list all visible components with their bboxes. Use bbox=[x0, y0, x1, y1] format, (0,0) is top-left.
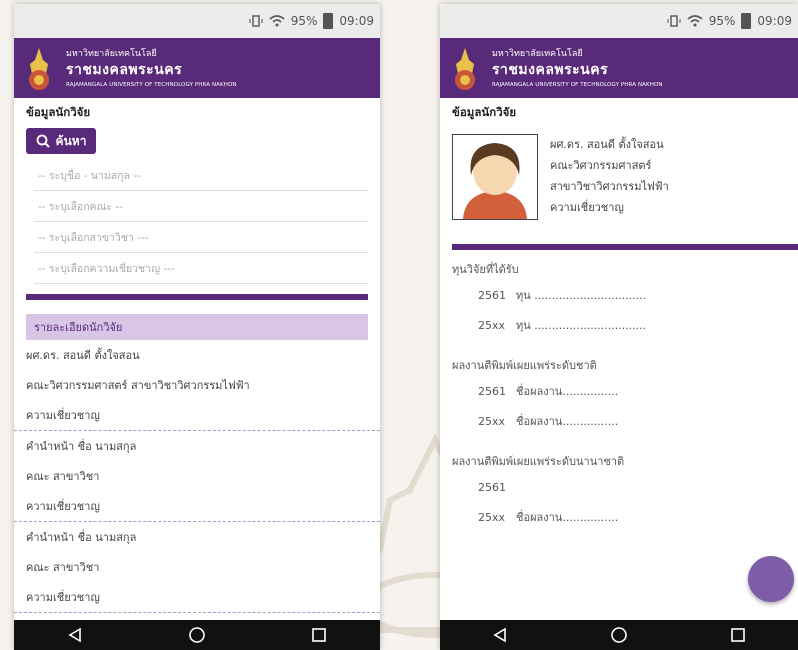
grant-year: 25xx bbox=[478, 318, 506, 332]
international-item: 25xx ชื่อผลงาน................ bbox=[440, 502, 798, 532]
status-bar: 95% 09:09 bbox=[14, 4, 380, 38]
national-title: ผลงานตีพิมพ์เผยแพร่ระดับชาติ bbox=[452, 359, 597, 372]
grant-text: ทุน ................................ bbox=[516, 289, 647, 302]
international-year: 25xx bbox=[478, 510, 506, 524]
national-text: ชื่อผลงาน................ bbox=[516, 385, 619, 398]
back-icon[interactable] bbox=[489, 624, 511, 646]
grants-title: ทุนวิจัยที่ได้รับ bbox=[452, 263, 519, 276]
search-button-label: ค้นหา bbox=[55, 133, 87, 148]
profile-expertise: ความเชี่ยวชาญ bbox=[550, 201, 624, 214]
international-title: ผลงานตีพิมพ์เผยแพร่ระดับนานาชาติ bbox=[452, 455, 625, 468]
profile-name: ผศ.ดร. สอนดี ตั้งใจสอน bbox=[550, 138, 664, 151]
grant-item: 2561 ทุน ...............................… bbox=[440, 280, 798, 310]
international-item: 2561 bbox=[440, 472, 798, 502]
faculty-select[interactable]: -- ระบุเลือกคณะ -- bbox=[34, 191, 368, 222]
grant-text: ทุน ................................ bbox=[516, 319, 647, 332]
profile-faculty: คณะวิศวกรรมศาสตร์ bbox=[550, 159, 652, 172]
battery-icon bbox=[323, 13, 334, 29]
international-year: 2561 bbox=[478, 480, 506, 494]
wifi-icon bbox=[269, 15, 285, 27]
researcher-list: ผศ.ดร. สอนดี ตั้งใจสอน คณะวิศวกรรมศาสตร์… bbox=[14, 340, 380, 613]
phone-search-screen: 95% 09:09 มหาวิทยาลัยเทคโนโลยี ราชมงคลพร… bbox=[14, 4, 380, 650]
home-icon[interactable] bbox=[608, 624, 630, 646]
clock: 09:09 bbox=[757, 14, 792, 28]
clock: 09:09 bbox=[339, 14, 374, 28]
university-logo bbox=[29, 48, 49, 90]
list-item-expertise[interactable]: ความเชี่ยวชาญ bbox=[14, 582, 380, 613]
list-item-expertise[interactable]: ความเชี่ยวชาญ bbox=[14, 400, 380, 431]
floating-action-button[interactable] bbox=[748, 556, 794, 602]
home-icon[interactable] bbox=[186, 624, 208, 646]
header-subtitle: RAJAMANGALA UNIVERSITY OF TECHNOLOGY PHR… bbox=[66, 82, 237, 88]
search-button[interactable]: ค้นหา bbox=[26, 128, 96, 154]
list-item-name[interactable]: คำนำหน้า ชื่อ นามสกุล bbox=[14, 522, 380, 552]
national-year: 25xx bbox=[478, 414, 506, 428]
header-line-1: มหาวิทยาลัยเทคโนโลยี bbox=[66, 49, 157, 59]
header-title: ราชมงคลพระนคร bbox=[66, 62, 183, 78]
header-title: ราชมงคลพระนคร bbox=[492, 62, 609, 78]
grant-year: 2561 bbox=[478, 288, 506, 302]
header-subtitle: RAJAMANGALA UNIVERSITY OF TECHNOLOGY PHR… bbox=[492, 82, 663, 88]
profile-major: สาขาวิชาวิศวกรรมไฟฟ้า bbox=[550, 180, 669, 193]
avatar bbox=[452, 134, 538, 220]
list-item-faculty[interactable]: คณะวิศวกรรมศาสตร์ สาขาวิชาวิศวกรรมไฟฟ้า bbox=[14, 370, 380, 400]
navigation-bar bbox=[14, 620, 380, 650]
international-text: ชื่อผลงาน................ bbox=[516, 511, 619, 524]
divider-bar bbox=[26, 294, 368, 300]
page-title: ข้อมูลนักวิจัย bbox=[26, 105, 91, 119]
phone-profile-screen: 95% 09:09 มหาวิทยาลัยเทคโนโลยี ราชมงคลพร… bbox=[440, 4, 798, 650]
recents-icon[interactable] bbox=[308, 624, 330, 646]
app-header: มหาวิทยาลัยเทคโนโลยี ราชมงคลพระนคร RAJAM… bbox=[14, 38, 380, 98]
battery-percent: 95% bbox=[290, 14, 318, 28]
navigation-bar bbox=[440, 620, 798, 650]
list-item-faculty[interactable]: คณะ สาขาวิชา bbox=[14, 461, 380, 491]
researcher-profile: ผศ.ดร. สอนดี ตั้งใจสอน คณะวิศวกรรมศาสตร์… bbox=[440, 122, 798, 232]
battery-percent: 95% bbox=[708, 14, 736, 28]
app-header: มหาวิทยาลัยเทคโนโลยี ราชมงคลพระนคร RAJAM… bbox=[440, 38, 798, 98]
battery-icon bbox=[741, 13, 752, 29]
list-item-expertise[interactable]: ความเชี่ยวชาญ bbox=[14, 491, 380, 522]
wifi-icon bbox=[687, 15, 703, 27]
major-select[interactable]: -- ระบุเลือกสาขาวิชา --- bbox=[34, 222, 368, 253]
grant-item: 25xx ทุน ...............................… bbox=[440, 310, 798, 340]
vibrate-icon bbox=[667, 15, 681, 27]
name-field[interactable]: -- ระบุชื่อ - นามสกุล -- bbox=[34, 160, 368, 191]
national-item: 2561 ชื่อผลงาน................ bbox=[440, 376, 798, 406]
list-item-name[interactable]: ผศ.ดร. สอนดี ตั้งใจสอน bbox=[14, 340, 380, 370]
list-item-name[interactable]: คำนำหน้า ชื่อ นามสกุล bbox=[14, 431, 380, 461]
national-item: 25xx ชื่อผลงาน................ bbox=[440, 406, 798, 436]
header-line-1: มหาวิทยาลัยเทคโนโลยี bbox=[492, 49, 583, 59]
national-year: 2561 bbox=[478, 384, 506, 398]
recents-icon[interactable] bbox=[727, 624, 749, 646]
university-logo bbox=[455, 48, 475, 90]
back-icon[interactable] bbox=[64, 624, 86, 646]
page-title: ข้อมูลนักวิจัย bbox=[452, 105, 517, 119]
status-bar: 95% 09:09 bbox=[440, 4, 798, 38]
vibrate-icon bbox=[249, 15, 263, 27]
profile-info: ผศ.ดร. สอนดี ตั้งใจสอน คณะวิศวกรรมศาสตร์… bbox=[550, 134, 669, 218]
detail-header: รายละเอียดนักวิจัย bbox=[26, 314, 368, 340]
list-item-faculty[interactable]: คณะ สาขาวิชา bbox=[14, 552, 380, 582]
search-icon bbox=[36, 134, 50, 148]
expertise-select[interactable]: -- ระบุเลือกความเชี่ยวชาญ --- bbox=[34, 253, 368, 284]
national-text: ชื่อผลงาน................ bbox=[516, 415, 619, 428]
